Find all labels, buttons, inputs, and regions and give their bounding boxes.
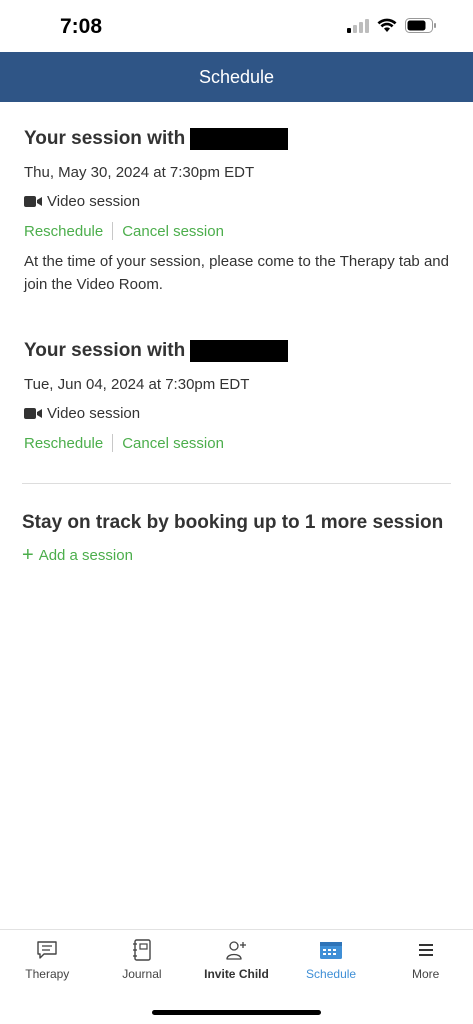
session-type-label: Video session bbox=[47, 405, 141, 422]
session-type: Video session bbox=[24, 193, 454, 210]
session-card: Your session with Thu, May 30, 2024 at 7… bbox=[24, 128, 454, 296]
tab-label: Schedule bbox=[306, 967, 357, 981]
action-separator bbox=[112, 222, 114, 240]
signal-icon bbox=[347, 18, 369, 33]
video-camera-icon bbox=[24, 408, 42, 419]
battery-icon bbox=[405, 18, 436, 33]
session-title-text: Your session with bbox=[24, 128, 186, 149]
session-actions: Reschedule Cancel session bbox=[24, 434, 454, 452]
session-title-text: Your session with bbox=[24, 340, 186, 361]
tab-invite-child[interactable]: Invite Child bbox=[189, 930, 284, 989]
reschedule-link[interactable]: Reschedule bbox=[24, 223, 103, 240]
tab-label: Invite Child bbox=[204, 967, 269, 981]
session-date: Tue, Jun 04, 2024 at 7:30pm EDT bbox=[24, 376, 250, 393]
section-divider bbox=[22, 483, 451, 484]
booking-prompt: Stay on track by booking up to 1 more se… bbox=[22, 512, 444, 533]
tab-therapy[interactable]: Therapy bbox=[0, 930, 95, 989]
reschedule-link[interactable]: Reschedule bbox=[24, 435, 103, 452]
menu-icon bbox=[418, 944, 433, 956]
tab-more[interactable]: More bbox=[378, 930, 473, 989]
tab-label: Therapy bbox=[25, 967, 70, 981]
cancel-session-link[interactable]: Cancel session bbox=[122, 435, 224, 452]
session-card: Your session with Tue, Jun 04, 2024 at 7… bbox=[24, 340, 454, 452]
plus-icon: + bbox=[22, 544, 34, 566]
status-time: 7:08 bbox=[60, 15, 103, 38]
add-person-icon bbox=[226, 941, 247, 960]
tab-journal[interactable]: Journal bbox=[95, 930, 190, 989]
cancel-session-link[interactable]: Cancel session bbox=[122, 223, 224, 240]
redacted-name bbox=[190, 128, 289, 150]
tab-bar: Therapy Journal Invite Child Schedule Mo… bbox=[0, 929, 473, 989]
status-bar: 7:08 bbox=[0, 0, 473, 52]
journal-icon bbox=[132, 939, 151, 961]
status-icons bbox=[347, 18, 437, 33]
action-separator bbox=[112, 434, 114, 452]
tab-label: More bbox=[412, 967, 440, 981]
chat-icon bbox=[37, 941, 57, 959]
wifi-icon bbox=[377, 18, 397, 32]
session-type-label: Video session bbox=[47, 193, 141, 210]
home-indicator bbox=[152, 1010, 321, 1015]
video-camera-icon bbox=[24, 196, 42, 207]
session-actions: Reschedule Cancel session bbox=[24, 222, 454, 240]
add-session-button[interactable]: + Add a session bbox=[22, 544, 133, 566]
session-type: Video session bbox=[24, 405, 454, 422]
session-title: Your session with bbox=[24, 128, 454, 150]
session-date: Thu, May 30, 2024 at 7:30pm EDT bbox=[24, 164, 255, 181]
calendar-icon bbox=[320, 942, 343, 959]
session-title: Your session with bbox=[24, 340, 454, 362]
add-session-label: Add a session bbox=[38, 546, 133, 564]
redacted-name bbox=[190, 340, 289, 362]
tab-label: Journal bbox=[122, 967, 162, 981]
page-title: Schedule bbox=[198, 66, 275, 87]
app-header: Schedule bbox=[0, 52, 473, 102]
tab-schedule[interactable]: Schedule bbox=[284, 930, 379, 989]
session-note: At the time of your session, please come… bbox=[24, 253, 449, 293]
